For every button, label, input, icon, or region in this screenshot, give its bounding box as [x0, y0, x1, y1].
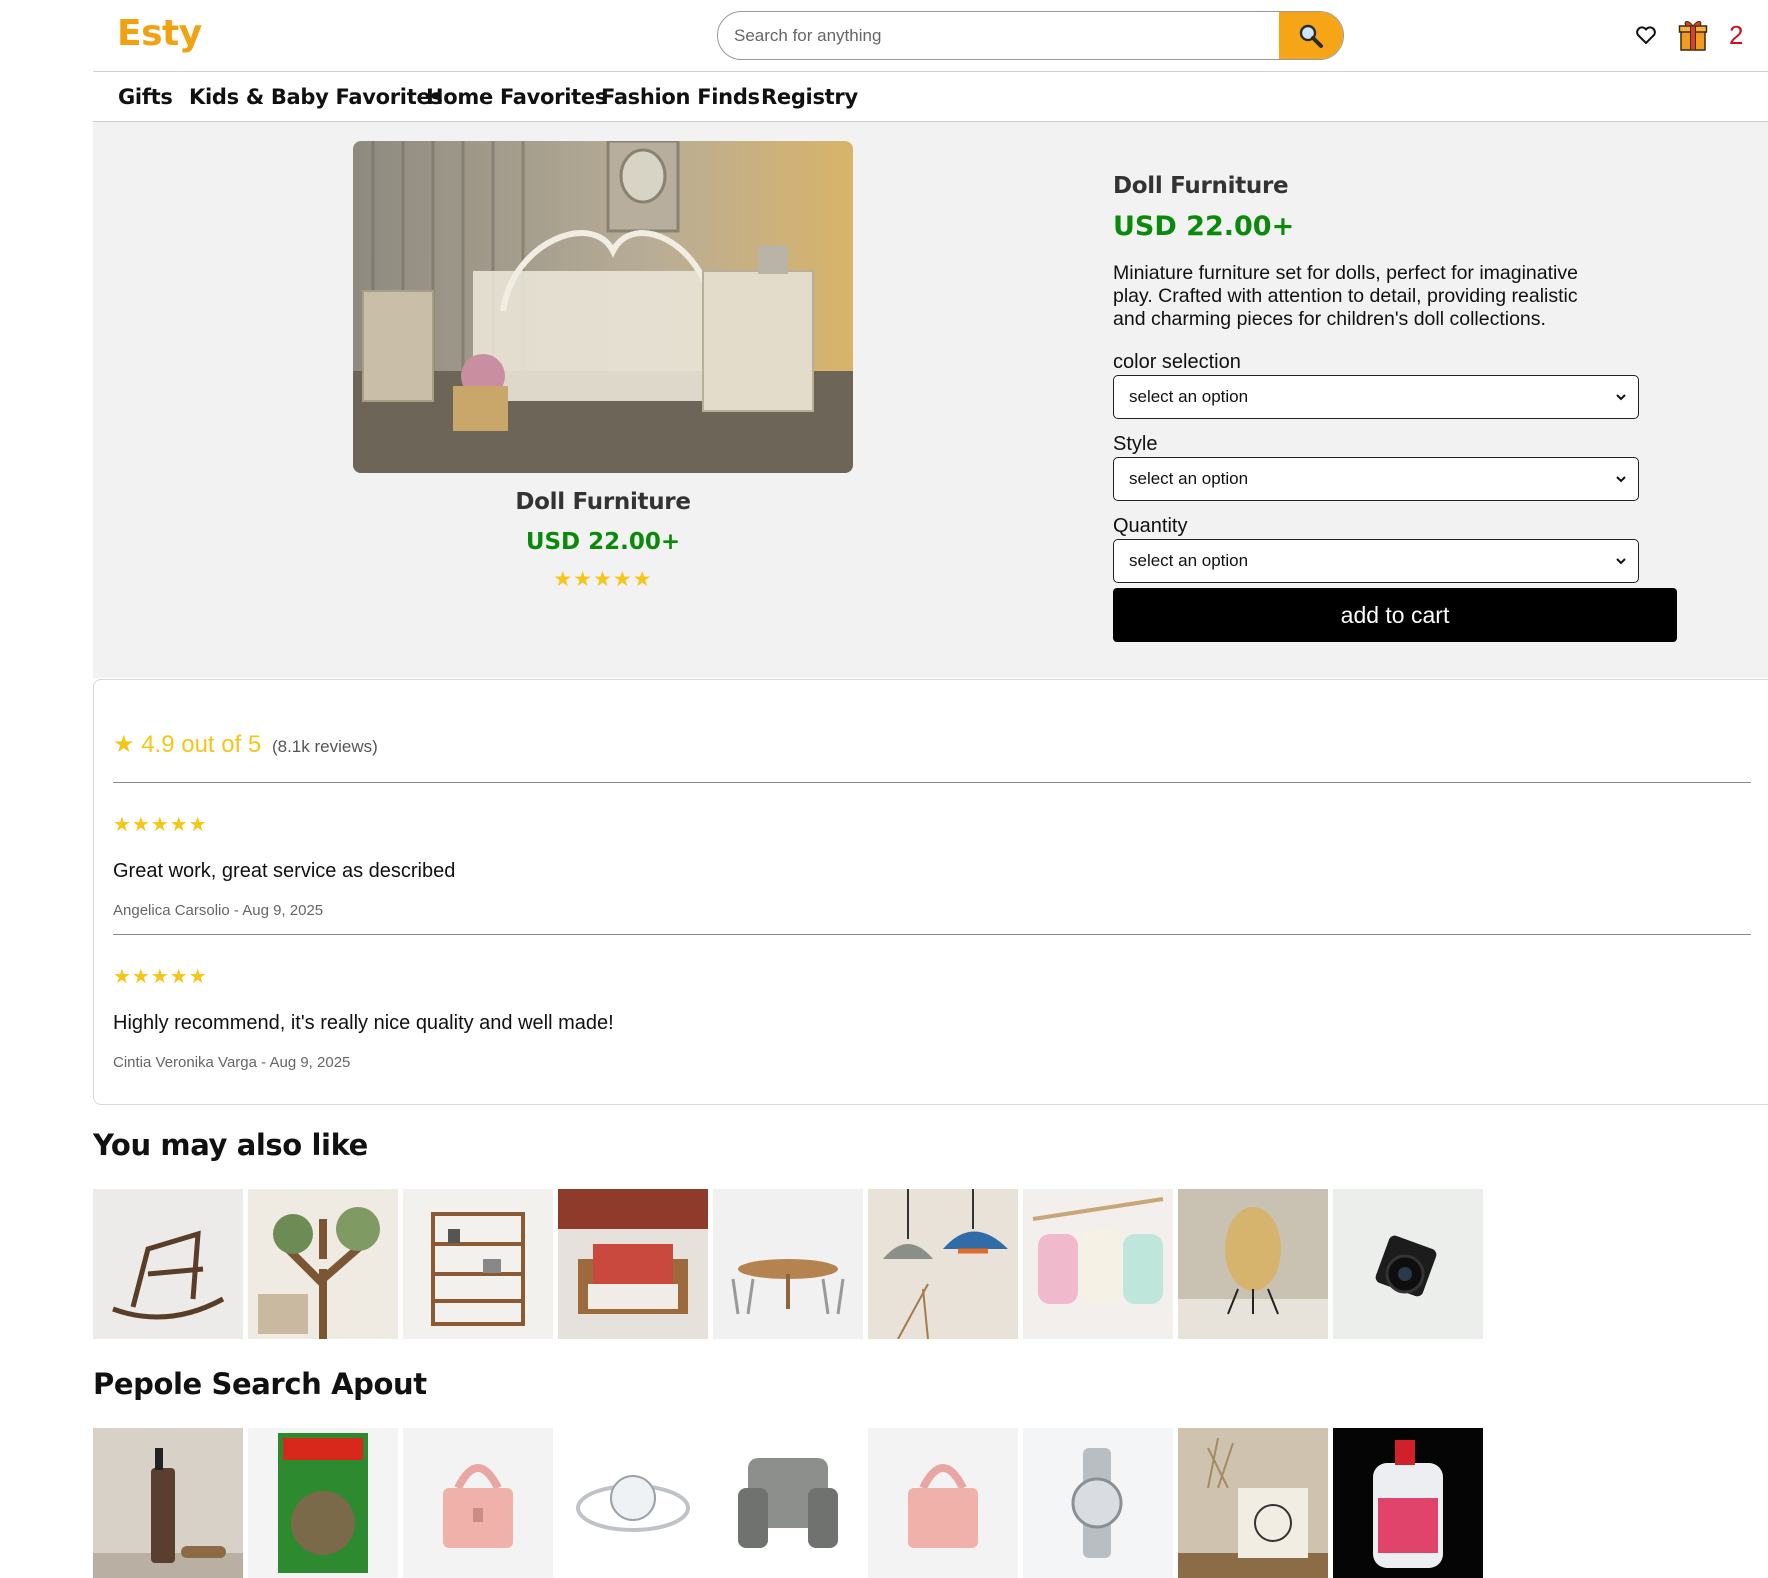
gift-icon[interactable]: [1678, 18, 1708, 52]
review-text: Great work, great service as described: [113, 860, 456, 882]
product-image[interactable]: [353, 141, 853, 473]
nav-item-home[interactable]: Home Favorites: [426, 85, 607, 109]
search-input[interactable]: [718, 12, 1282, 59]
color-select[interactable]: select an option: [1113, 375, 1639, 419]
heart-icon[interactable]: [1634, 23, 1658, 47]
cart-count-badge[interactable]: 2: [1729, 20, 1743, 51]
thumb-bookshelf[interactable]: [403, 1189, 553, 1339]
thumb-tree-shelf[interactable]: [248, 1189, 398, 1339]
nav-item-registry[interactable]: Registry: [761, 85, 858, 109]
thumb-diamond-ring[interactable]: [558, 1428, 708, 1578]
chevron-down-icon: [1616, 558, 1626, 565]
product-section: Doll Furniture USD 22.00+ ★★★★★ Doll Fur…: [93, 122, 1768, 678]
nav-item-fashion[interactable]: Fashion Finds: [601, 85, 760, 109]
thumb-wrist-watch[interactable]: [1023, 1428, 1173, 1578]
thumb-lotion-bottle[interactable]: [93, 1428, 243, 1578]
nav-item-kids-baby[interactable]: Kids & Baby Favorites: [189, 85, 443, 109]
style-select-value: select an option: [1129, 469, 1249, 488]
thumb-backpacks[interactable]: [1023, 1189, 1173, 1339]
chevron-down-icon: [1616, 394, 1626, 401]
thumb-tote-bag[interactable]: [1178, 1428, 1328, 1578]
review-stars: ★★★★★: [113, 966, 208, 988]
thumb-table-lamp[interactable]: [1178, 1189, 1328, 1339]
search-icon: [1299, 24, 1323, 48]
logo[interactable]: Esty: [117, 13, 202, 54]
style-label: Style: [1113, 433, 1158, 455]
rating-summary: ★ 4.9 out of 5 (8.1k reviews): [113, 730, 378, 759]
thumb-pendant-lamps[interactable]: [868, 1189, 1018, 1339]
rating-score: 4.9 out of 5: [141, 731, 262, 758]
also-like-row: [93, 1189, 1493, 1339]
divider: [113, 934, 1751, 935]
reviews-panel: ★ 4.9 out of 5 (8.1k reviews) ★★★★★ Grea…: [93, 679, 1768, 1105]
thumb-pink-bag-2[interactable]: [868, 1428, 1018, 1578]
product-description: Miniature furniture set for dolls, perfe…: [1113, 262, 1578, 330]
product-title: Doll Furniture: [1113, 173, 1289, 199]
chevron-down-icon: [1616, 476, 1626, 483]
quantity-label: Quantity: [1113, 515, 1188, 537]
product-card-rating: ★★★★★: [553, 568, 653, 591]
search-button[interactable]: [1279, 12, 1343, 59]
search-bar: [717, 11, 1344, 60]
header: Esty 2: [93, 0, 1768, 72]
thumb-dining-table[interactable]: [713, 1189, 863, 1339]
add-to-cart-button[interactable]: add to cart: [1113, 588, 1677, 642]
color-label: color selection: [1113, 351, 1241, 373]
review-author: Cintia Veronika Varga - Aug 9, 2025: [113, 1054, 351, 1071]
review-count: (8.1k reviews): [271, 737, 378, 756]
color-select-value: select an option: [1129, 387, 1249, 406]
category-nav: Gifts Kids & Baby Favorites Home Favorit…: [93, 73, 1768, 122]
rating-star-icon: ★: [113, 731, 135, 758]
review-stars: ★★★★★: [113, 814, 208, 836]
product-card-price: USD 22.00+: [525, 529, 681, 555]
thumb-armchair[interactable]: [558, 1189, 708, 1339]
review-text: Highly recommend, it's really nice quali…: [113, 1012, 614, 1034]
thumb-detergent[interactable]: [1333, 1428, 1483, 1578]
people-search-title: Pepole Search Apout: [93, 1367, 427, 1401]
nav-item-gifts[interactable]: Gifts: [118, 85, 173, 109]
thumb-camera[interactable]: [1333, 1189, 1483, 1339]
review-author: Angelica Carsolio - Aug 9, 2025: [113, 902, 324, 919]
people-search-row: [93, 1428, 1493, 1578]
product-price: USD 22.00+: [1113, 211, 1295, 242]
quantity-select-value: select an option: [1129, 551, 1249, 570]
divider: [113, 782, 1751, 783]
also-like-title: You may also like: [93, 1128, 368, 1162]
thumb-pepper-powder[interactable]: [248, 1428, 398, 1578]
thumb-pink-bag[interactable]: [403, 1428, 553, 1578]
style-select[interactable]: select an option: [1113, 457, 1639, 501]
product-card-title: Doll Furniture: [515, 489, 691, 515]
thumb-gray-armchair[interactable]: [713, 1428, 863, 1578]
thumb-rocking-chair[interactable]: [93, 1189, 243, 1339]
quantity-select[interactable]: select an option: [1113, 539, 1639, 583]
